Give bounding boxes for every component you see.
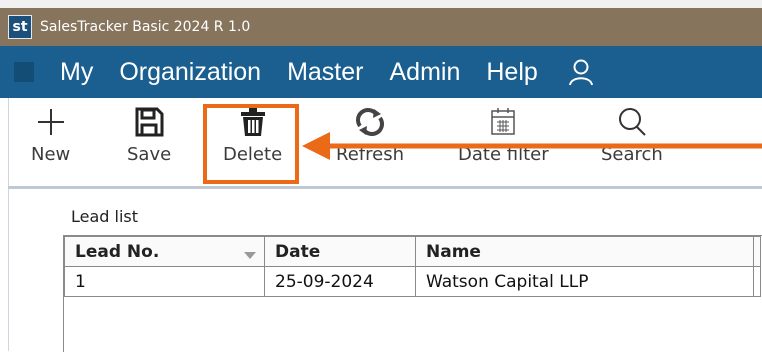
column-header-extra bbox=[753, 236, 761, 267]
column-header-lead-no-label: Lead No. bbox=[75, 241, 160, 262]
save-label: Save bbox=[127, 144, 172, 165]
menu-organization[interactable]: Organization bbox=[119, 58, 261, 87]
column-header-lead-no[interactable]: Lead No. bbox=[64, 236, 265, 267]
delete-highlight-box bbox=[203, 104, 299, 184]
menu-master[interactable]: Master bbox=[287, 58, 363, 87]
toolbar-divider bbox=[8, 186, 762, 189]
new-label: New bbox=[31, 144, 71, 165]
cell-date[interactable]: 25-09-2024 bbox=[264, 266, 416, 297]
menu-my[interactable]: My bbox=[60, 58, 93, 87]
menu-help[interactable]: Help bbox=[486, 58, 537, 87]
save-button[interactable]: Save bbox=[127, 106, 171, 165]
menu-square-icon bbox=[14, 62, 34, 82]
grid-header-row: Lead No. Date Name bbox=[64, 236, 761, 267]
menu-admin[interactable]: Admin bbox=[389, 58, 460, 87]
user-icon[interactable] bbox=[568, 58, 594, 86]
app-logo: st bbox=[8, 15, 32, 39]
title-bar: st SalesTracker Basic 2024 R 1.0 bbox=[0, 8, 762, 46]
panel-border bbox=[8, 189, 9, 351]
pointer-arrow bbox=[302, 132, 762, 160]
window-top-edge bbox=[0, 0, 762, 8]
cell-name[interactable]: Watson Capital LLP bbox=[415, 266, 754, 297]
menu-bar: My Organization Master Admin Help bbox=[0, 46, 762, 98]
lead-list-grid: Lead No. Date Name 1 25-09-2024 Watson C… bbox=[63, 235, 762, 352]
lead-list-label: Lead list bbox=[71, 207, 139, 226]
cell-lead-no[interactable]: 1 bbox=[64, 266, 265, 297]
floppy-disk-icon bbox=[135, 107, 164, 137]
plus-icon bbox=[37, 109, 64, 135]
new-button[interactable]: New bbox=[31, 106, 70, 165]
column-header-name[interactable]: Name bbox=[415, 236, 754, 267]
table-row[interactable]: 1 25-09-2024 Watson Capital LLP bbox=[64, 266, 761, 297]
window-title: SalesTracker Basic 2024 R 1.0 bbox=[40, 19, 251, 35]
cell-extra bbox=[753, 266, 761, 297]
column-header-date[interactable]: Date bbox=[264, 236, 416, 267]
sort-dropdown-icon[interactable] bbox=[244, 251, 256, 259]
